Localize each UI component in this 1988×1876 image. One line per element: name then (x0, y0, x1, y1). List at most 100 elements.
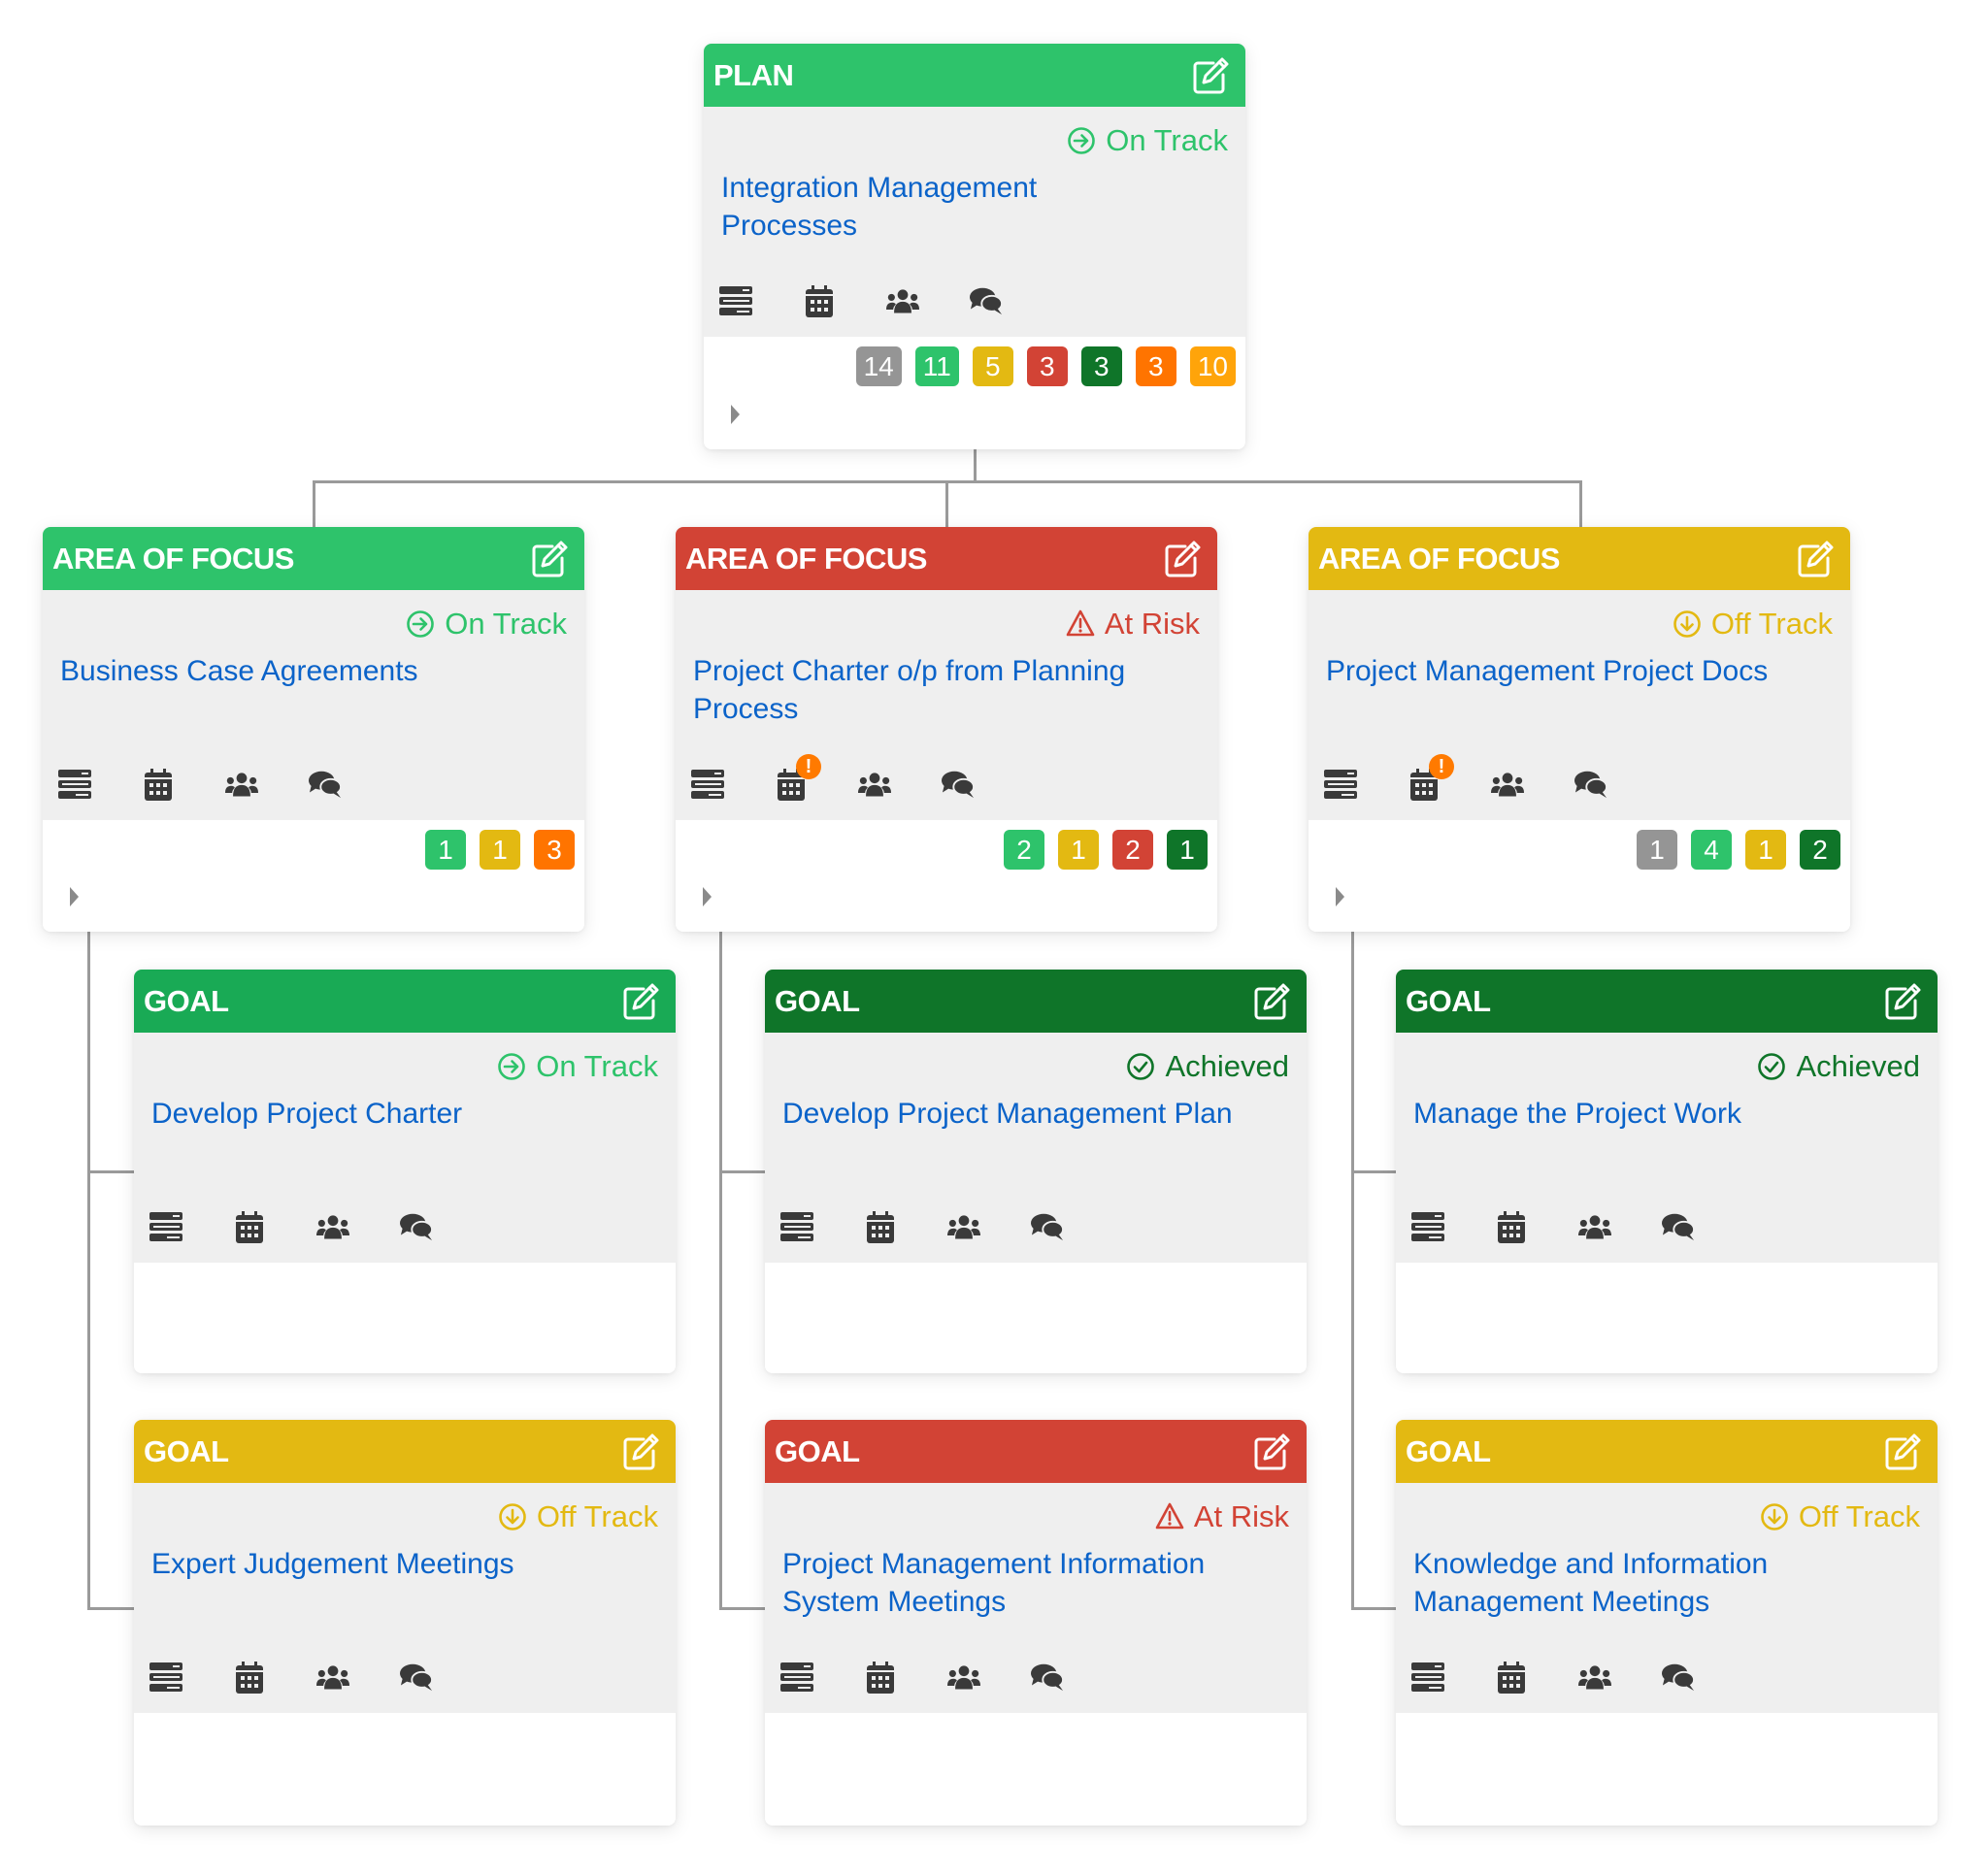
edit-button[interactable] (1881, 980, 1924, 1023)
edit-button[interactable] (619, 1431, 662, 1473)
comments-button[interactable] (400, 1661, 433, 1694)
status-label: Off Track (1798, 1499, 1920, 1533)
team-button[interactable] (947, 1210, 980, 1243)
edit-button[interactable] (1250, 980, 1293, 1023)
team-button[interactable] (947, 1661, 980, 1694)
count-badge-off-track[interactable]: 1 (1058, 830, 1099, 870)
edit-button[interactable] (1189, 54, 1232, 97)
comments-button[interactable] (970, 284, 1003, 317)
details-button[interactable] (149, 1661, 182, 1694)
team-button[interactable] (1578, 1661, 1611, 1694)
item-name-link[interactable]: Business Case Agreements (60, 652, 567, 690)
item-name-link[interactable]: Manage the Project Work (1413, 1095, 1920, 1133)
details-button[interactable] (691, 768, 724, 801)
calendar-button[interactable]: ! (1408, 754, 1454, 801)
edit-button[interactable] (1881, 1431, 1924, 1473)
comments-button[interactable] (1031, 1210, 1064, 1243)
calendar-button[interactable] (233, 1210, 266, 1243)
item-name-link[interactable]: Integration Management Processes (721, 169, 1228, 245)
team-button[interactable] (316, 1210, 349, 1243)
item-name-line-1: Project Charter o/p from Planning (693, 655, 1126, 687)
comments-button[interactable] (1031, 1661, 1064, 1694)
comments-button[interactable] (309, 768, 342, 801)
edit-button[interactable] (1794, 538, 1837, 580)
calendar-button[interactable]: ! (775, 754, 821, 801)
comments-button[interactable] (942, 768, 975, 801)
edit-button[interactable] (619, 980, 662, 1023)
comments-icon (1662, 1213, 1695, 1241)
details-button[interactable] (1411, 1661, 1444, 1694)
calendar-button[interactable] (1495, 1661, 1528, 1694)
comments-button[interactable] (400, 1210, 433, 1243)
count-badge-off-track[interactable]: 1 (1745, 830, 1786, 870)
expand-children-toggle[interactable] (1336, 887, 1344, 906)
card-header: GOAL (1396, 1420, 1938, 1483)
item-name-line-1: Knowledge and Information (1413, 1548, 1769, 1580)
team-button[interactable] (886, 284, 919, 317)
calendar-button[interactable] (1495, 1210, 1528, 1243)
card-action-icons (780, 1210, 1064, 1243)
calendar-button[interactable] (233, 1661, 266, 1694)
team-button[interactable] (858, 768, 891, 801)
calendar-button[interactable] (864, 1210, 897, 1243)
details-button[interactable] (58, 768, 91, 801)
item-name-link[interactable]: Project Management Project Docs (1326, 652, 1833, 690)
item-name-link[interactable]: Knowledge and Information Management Mee… (1413, 1545, 1920, 1621)
details-button[interactable] (780, 1210, 813, 1243)
comments-button[interactable] (1662, 1210, 1695, 1243)
expand-children-toggle[interactable] (731, 405, 740, 424)
count-badge-not-started[interactable]: 1 (1637, 830, 1677, 870)
arrow-circle-right-icon (497, 1052, 526, 1081)
count-badge-on-track[interactable]: 2 (1004, 830, 1044, 870)
item-name-link[interactable]: Develop Project Management Plan (782, 1095, 1289, 1133)
card-header: AREA OF FOCUS (43, 527, 584, 590)
edit-button[interactable] (1161, 538, 1204, 580)
calendar-button[interactable] (864, 1661, 897, 1694)
count-badge-achieved[interactable]: 3 (1080, 346, 1122, 386)
count-badge-on-track[interactable]: 11 (914, 346, 959, 386)
count-badge-orange[interactable]: 3 (1135, 346, 1176, 386)
goal-card: GOAL Off Track Knowledge and Information… (1396, 1420, 1938, 1826)
count-badge-achieved[interactable]: 2 (1800, 830, 1840, 870)
count-badge-at-risk[interactable]: 2 (1112, 830, 1153, 870)
count-badge-on-track[interactable]: 1 (425, 830, 466, 870)
comments-button[interactable] (1662, 1661, 1695, 1694)
status-label: Achieved (1165, 1049, 1289, 1083)
count-badge-at-risk[interactable]: 3 (1026, 346, 1068, 386)
details-button[interactable] (1324, 768, 1357, 801)
plan-card: PLAN On Track Integration Management Pro… (704, 44, 1245, 449)
count-badge-amber[interactable]: 10 (1189, 346, 1236, 386)
details-button[interactable] (719, 284, 752, 317)
item-name-link[interactable]: Expert Judgement Meetings (151, 1545, 658, 1583)
calendar-button[interactable] (142, 768, 175, 801)
team-button[interactable] (316, 1661, 349, 1694)
comments-button[interactable] (1574, 768, 1607, 801)
card-footer (765, 1713, 1307, 1826)
details-button[interactable] (780, 1661, 813, 1694)
edit-button[interactable] (528, 538, 571, 580)
count-badge-orange[interactable]: 3 (534, 830, 575, 870)
edit-button[interactable] (1250, 1431, 1293, 1473)
team-button[interactable] (1578, 1210, 1611, 1243)
item-name-line-1: Project Management Project Docs (1326, 655, 1769, 687)
details-button[interactable] (1411, 1210, 1444, 1243)
item-name-link[interactable]: Develop Project Charter (151, 1095, 658, 1133)
expand-children-toggle[interactable] (70, 887, 79, 906)
connector-aof2-goal1 (719, 1170, 765, 1173)
card-footer (1396, 1713, 1938, 1826)
count-badge-achieved[interactable]: 1 (1167, 830, 1208, 870)
calendar-button[interactable] (803, 284, 836, 317)
goal-card: GOAL Off Track Expert Judgement Meetings (134, 1420, 676, 1826)
count-badge-on-track[interactable]: 4 (1691, 830, 1732, 870)
team-button[interactable] (1491, 768, 1524, 801)
expand-children-toggle[interactable] (703, 887, 712, 906)
count-badge-off-track[interactable]: 1 (480, 830, 520, 870)
count-badge-not-started[interactable]: 14 (855, 346, 902, 386)
list-server-icon (1411, 1212, 1444, 1241)
item-name-link[interactable]: Project Charter o/p from Planning Proces… (693, 652, 1200, 728)
team-button[interactable] (225, 768, 258, 801)
item-name-link[interactable]: Project Management Information System Me… (782, 1545, 1289, 1621)
count-badge-off-track[interactable]: 5 (972, 346, 1013, 386)
status-indicator: Achieved (782, 1033, 1289, 1101)
details-button[interactable] (149, 1210, 182, 1243)
